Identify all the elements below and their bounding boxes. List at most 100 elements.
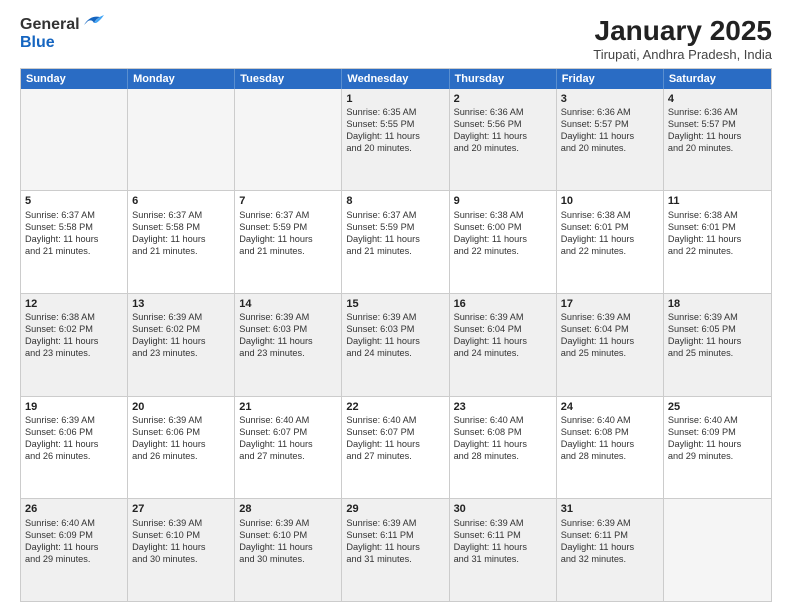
day-number: 18 bbox=[668, 297, 767, 311]
day-info: Sunrise: 6:38 AM bbox=[561, 210, 659, 222]
day-info: and 27 minutes. bbox=[239, 451, 337, 463]
calendar-cell: 23Sunrise: 6:40 AMSunset: 6:08 PMDayligh… bbox=[450, 397, 557, 499]
day-info: and 26 minutes. bbox=[25, 451, 123, 463]
header-day-friday: Friday bbox=[557, 69, 664, 89]
day-info: and 22 minutes. bbox=[454, 246, 552, 258]
day-info: and 31 minutes. bbox=[454, 554, 552, 566]
day-info: Sunrise: 6:39 AM bbox=[132, 518, 230, 530]
day-info: and 26 minutes. bbox=[132, 451, 230, 463]
day-info: Daylight: 11 hours bbox=[132, 336, 230, 348]
day-info: Daylight: 11 hours bbox=[454, 234, 552, 246]
day-info: and 23 minutes. bbox=[132, 348, 230, 360]
calendar-row-3: 19Sunrise: 6:39 AMSunset: 6:06 PMDayligh… bbox=[21, 397, 771, 500]
day-info: Sunset: 6:08 PM bbox=[454, 427, 552, 439]
day-info: and 30 minutes. bbox=[239, 554, 337, 566]
day-info: Sunset: 6:06 PM bbox=[25, 427, 123, 439]
day-info: and 32 minutes. bbox=[561, 554, 659, 566]
day-info: Sunrise: 6:39 AM bbox=[239, 312, 337, 324]
calendar-cell: 27Sunrise: 6:39 AMSunset: 6:10 PMDayligh… bbox=[128, 499, 235, 601]
calendar-cell: 4Sunrise: 6:36 AMSunset: 5:57 PMDaylight… bbox=[664, 89, 771, 191]
day-info: Daylight: 11 hours bbox=[561, 336, 659, 348]
calendar-row-4: 26Sunrise: 6:40 AMSunset: 6:09 PMDayligh… bbox=[21, 499, 771, 601]
day-number: 15 bbox=[346, 297, 444, 311]
day-number: 29 bbox=[346, 502, 444, 516]
day-number: 28 bbox=[239, 502, 337, 516]
day-info: Sunset: 5:59 PM bbox=[346, 222, 444, 234]
day-number: 8 bbox=[346, 194, 444, 208]
day-number: 4 bbox=[668, 92, 767, 106]
day-info: Sunset: 6:07 PM bbox=[346, 427, 444, 439]
calendar-cell: 31Sunrise: 6:39 AMSunset: 6:11 PMDayligh… bbox=[557, 499, 664, 601]
day-info: and 22 minutes. bbox=[668, 246, 767, 258]
day-info: Sunset: 6:11 PM bbox=[454, 530, 552, 542]
day-info: and 25 minutes. bbox=[668, 348, 767, 360]
day-info: Daylight: 11 hours bbox=[25, 336, 123, 348]
day-info: Daylight: 11 hours bbox=[132, 542, 230, 554]
calendar-cell: 3Sunrise: 6:36 AMSunset: 5:57 PMDaylight… bbox=[557, 89, 664, 191]
day-info: Sunrise: 6:39 AM bbox=[132, 415, 230, 427]
calendar-cell: 19Sunrise: 6:39 AMSunset: 6:06 PMDayligh… bbox=[21, 397, 128, 499]
month-title: January 2025 bbox=[593, 16, 772, 47]
day-info: and 29 minutes. bbox=[668, 451, 767, 463]
day-info: Daylight: 11 hours bbox=[239, 542, 337, 554]
day-info: Sunset: 6:04 PM bbox=[561, 324, 659, 336]
day-info: Daylight: 11 hours bbox=[25, 234, 123, 246]
calendar-row-0: 1Sunrise: 6:35 AMSunset: 5:55 PMDaylight… bbox=[21, 89, 771, 192]
title-section: January 2025 Tirupati, Andhra Pradesh, I… bbox=[593, 16, 772, 62]
calendar-cell: 15Sunrise: 6:39 AMSunset: 6:03 PMDayligh… bbox=[342, 294, 449, 396]
day-info: Daylight: 11 hours bbox=[668, 131, 767, 143]
day-number: 7 bbox=[239, 194, 337, 208]
day-info: Sunset: 6:06 PM bbox=[132, 427, 230, 439]
day-number: 31 bbox=[561, 502, 659, 516]
header: General Blue January 2025 Tirupati, Andh… bbox=[20, 16, 772, 62]
day-info: Sunrise: 6:39 AM bbox=[668, 312, 767, 324]
day-number: 10 bbox=[561, 194, 659, 208]
day-info: and 20 minutes. bbox=[454, 143, 552, 155]
day-number: 19 bbox=[25, 400, 123, 414]
logo-blue: Blue bbox=[20, 34, 104, 52]
day-info: and 21 minutes. bbox=[25, 246, 123, 258]
day-number: 24 bbox=[561, 400, 659, 414]
day-info: Sunset: 6:09 PM bbox=[668, 427, 767, 439]
calendar-cell: 22Sunrise: 6:40 AMSunset: 6:07 PMDayligh… bbox=[342, 397, 449, 499]
day-info: Sunrise: 6:39 AM bbox=[561, 312, 659, 324]
header-day-wednesday: Wednesday bbox=[342, 69, 449, 89]
day-number: 23 bbox=[454, 400, 552, 414]
day-number: 21 bbox=[239, 400, 337, 414]
day-info: Sunrise: 6:40 AM bbox=[561, 415, 659, 427]
day-info: Sunrise: 6:38 AM bbox=[668, 210, 767, 222]
day-info: Daylight: 11 hours bbox=[346, 439, 444, 451]
day-number: 6 bbox=[132, 194, 230, 208]
day-info: and 23 minutes. bbox=[239, 348, 337, 360]
location: Tirupati, Andhra Pradesh, India bbox=[593, 47, 772, 62]
day-info: Sunrise: 6:39 AM bbox=[454, 312, 552, 324]
calendar-cell: 18Sunrise: 6:39 AMSunset: 6:05 PMDayligh… bbox=[664, 294, 771, 396]
day-info: Daylight: 11 hours bbox=[346, 234, 444, 246]
day-info: and 20 minutes. bbox=[668, 143, 767, 155]
day-number: 5 bbox=[25, 194, 123, 208]
day-info: Daylight: 11 hours bbox=[346, 336, 444, 348]
calendar-body: 1Sunrise: 6:35 AMSunset: 5:55 PMDaylight… bbox=[21, 89, 771, 601]
day-number: 1 bbox=[346, 92, 444, 106]
day-number: 13 bbox=[132, 297, 230, 311]
day-info: Daylight: 11 hours bbox=[239, 234, 337, 246]
day-info: Daylight: 11 hours bbox=[561, 439, 659, 451]
calendar-cell: 5Sunrise: 6:37 AMSunset: 5:58 PMDaylight… bbox=[21, 191, 128, 293]
day-info: and 25 minutes. bbox=[561, 348, 659, 360]
day-number: 11 bbox=[668, 194, 767, 208]
calendar-cell bbox=[128, 89, 235, 191]
day-info: Sunrise: 6:40 AM bbox=[25, 518, 123, 530]
day-info: Sunset: 6:01 PM bbox=[561, 222, 659, 234]
calendar-cell: 6Sunrise: 6:37 AMSunset: 5:58 PMDaylight… bbox=[128, 191, 235, 293]
day-info: Daylight: 11 hours bbox=[454, 542, 552, 554]
day-info: and 30 minutes. bbox=[132, 554, 230, 566]
calendar-cell: 28Sunrise: 6:39 AMSunset: 6:10 PMDayligh… bbox=[235, 499, 342, 601]
day-info: Sunset: 6:03 PM bbox=[346, 324, 444, 336]
day-info: Sunrise: 6:38 AM bbox=[25, 312, 123, 324]
day-info: and 31 minutes. bbox=[346, 554, 444, 566]
day-info: Sunrise: 6:39 AM bbox=[346, 518, 444, 530]
calendar-cell: 9Sunrise: 6:38 AMSunset: 6:00 PMDaylight… bbox=[450, 191, 557, 293]
day-info: Daylight: 11 hours bbox=[346, 542, 444, 554]
calendar-cell: 8Sunrise: 6:37 AMSunset: 5:59 PMDaylight… bbox=[342, 191, 449, 293]
day-info: Sunset: 5:57 PM bbox=[561, 119, 659, 131]
